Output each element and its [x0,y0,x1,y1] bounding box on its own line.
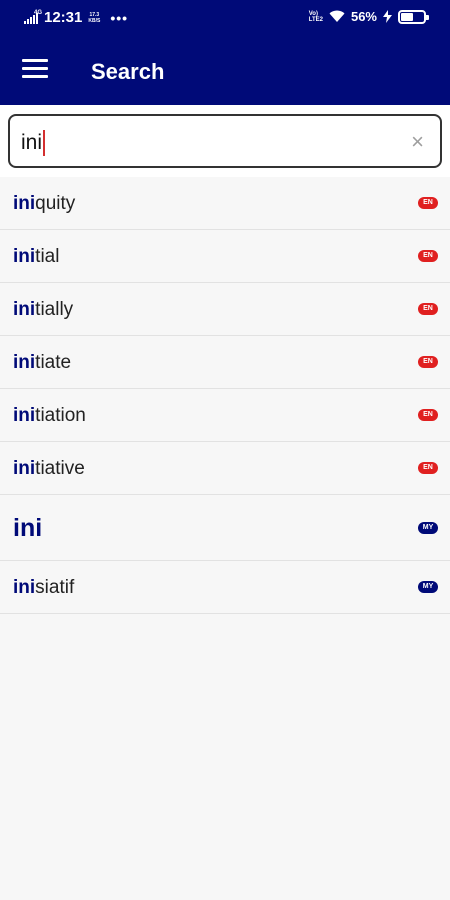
list-item[interactable]: initiate EN [0,336,450,389]
status-bar: 4G 12:31 17.3 KB/S ••• Vo) LTE2 56% [0,0,450,36]
signal-icon: 4G [24,10,42,24]
status-right: Vo) LTE2 56% [309,9,429,24]
language-badge: EN [418,303,438,315]
list-item[interactable]: initially EN [0,283,450,336]
page-title: Search [91,59,165,84]
matched-prefix: ini [13,246,36,267]
result-word: iniquity [13,193,75,215]
language-badge: EN [418,356,438,368]
word-remainder: siatif [35,577,75,598]
text-caret [43,130,46,156]
list-item[interactable]: initiation EN [0,389,450,442]
search-input[interactable]: ini × [8,114,442,168]
clear-icon[interactable]: × [411,129,424,155]
result-word: initially [13,299,73,321]
list-item[interactable]: inisiatif MY [0,561,450,614]
list-item[interactable]: ini MY [0,495,450,561]
matched-prefix: ini [13,577,36,598]
matched-prefix: ini [13,193,36,214]
charging-icon [383,10,392,23]
search-area: ini × [0,105,450,177]
word-remainder: quity [35,193,76,214]
result-word: inisiatif [13,577,74,599]
status-time: 12:31 [44,9,83,26]
search-input-text: ini [21,130,46,156]
matched-prefix: ini [13,352,36,373]
toolbar: Search [0,36,450,105]
language-badge: MY [418,522,438,534]
word-remainder: tiate [35,352,72,373]
battery-level-fill [401,12,414,21]
search-query: ini [21,131,43,154]
network-speed: 17.3 KB/S [88,12,100,24]
result-word: initial [13,246,59,268]
word-remainder: tiative [35,458,85,479]
language-badge: EN [418,462,438,474]
battery-icon [398,9,429,24]
matched-prefix: ini [13,514,43,542]
more-notifications-icon: ••• [110,9,129,26]
network-type: 4G [34,9,43,16]
word-remainder: tial [35,246,60,267]
result-word: initiative [13,458,85,480]
suggestion-list: iniquity EN initial EN initially EN initiate EN… [0,177,450,614]
language-badge: EN [418,250,438,262]
volte-bottom: LTE2 [308,16,323,23]
speed-unit: KB/S [88,17,101,24]
wifi-icon [329,10,345,22]
matched-prefix: ini [13,299,36,320]
speed-value: 17.3 [89,11,100,18]
result-word: ini [13,514,42,543]
language-badge: MY [418,581,438,593]
result-word: initiate [13,352,71,374]
list-item[interactable]: initiative EN [0,442,450,495]
status-left: 4G 12:31 17.3 KB/S ••• [24,9,128,26]
hamburger-menu-icon[interactable] [22,59,48,79]
app-header: 4G 12:31 17.3 KB/S ••• Vo) LTE2 56% Sear… [0,0,450,105]
volte-indicator: Vo) LTE2 [309,11,323,23]
language-badge: EN [418,197,438,209]
battery-percent: 56% [350,9,377,24]
matched-prefix: ini [13,405,36,426]
list-item[interactable]: iniquity EN [0,177,450,230]
result-word: initiation [13,405,86,427]
matched-prefix: ini [13,458,36,479]
language-badge: EN [418,409,438,421]
word-remainder: tially [35,299,74,320]
list-item[interactable]: initial EN [0,230,450,283]
word-remainder: tiation [35,405,86,426]
